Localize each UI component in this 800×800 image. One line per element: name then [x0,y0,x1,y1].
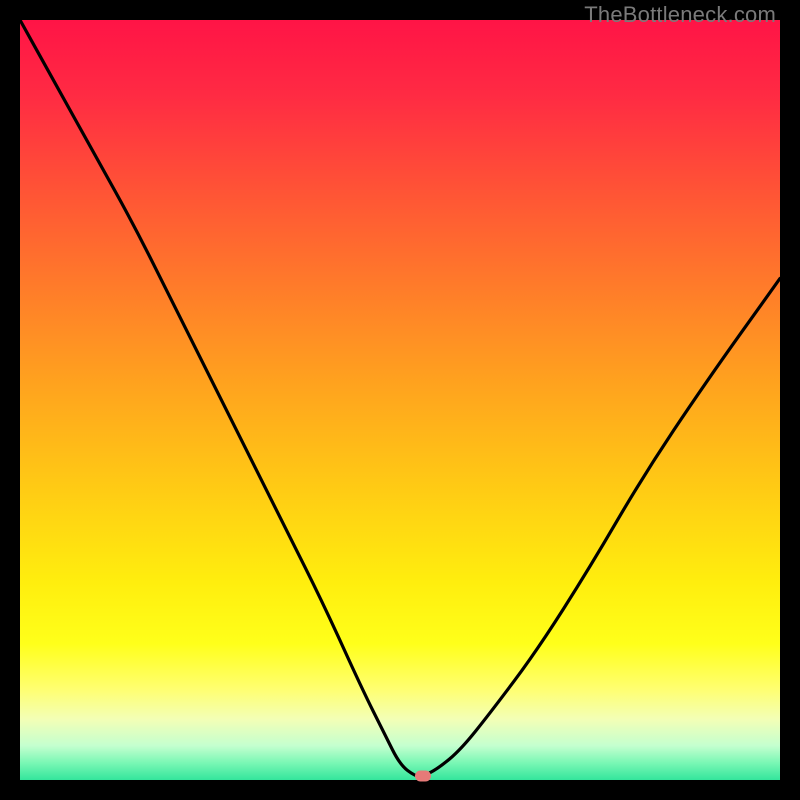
watermark-text: TheBottleneck.com [584,2,776,28]
optimal-point-marker [415,771,431,782]
bottleneck-curve [20,20,780,780]
plot-frame [20,20,780,780]
